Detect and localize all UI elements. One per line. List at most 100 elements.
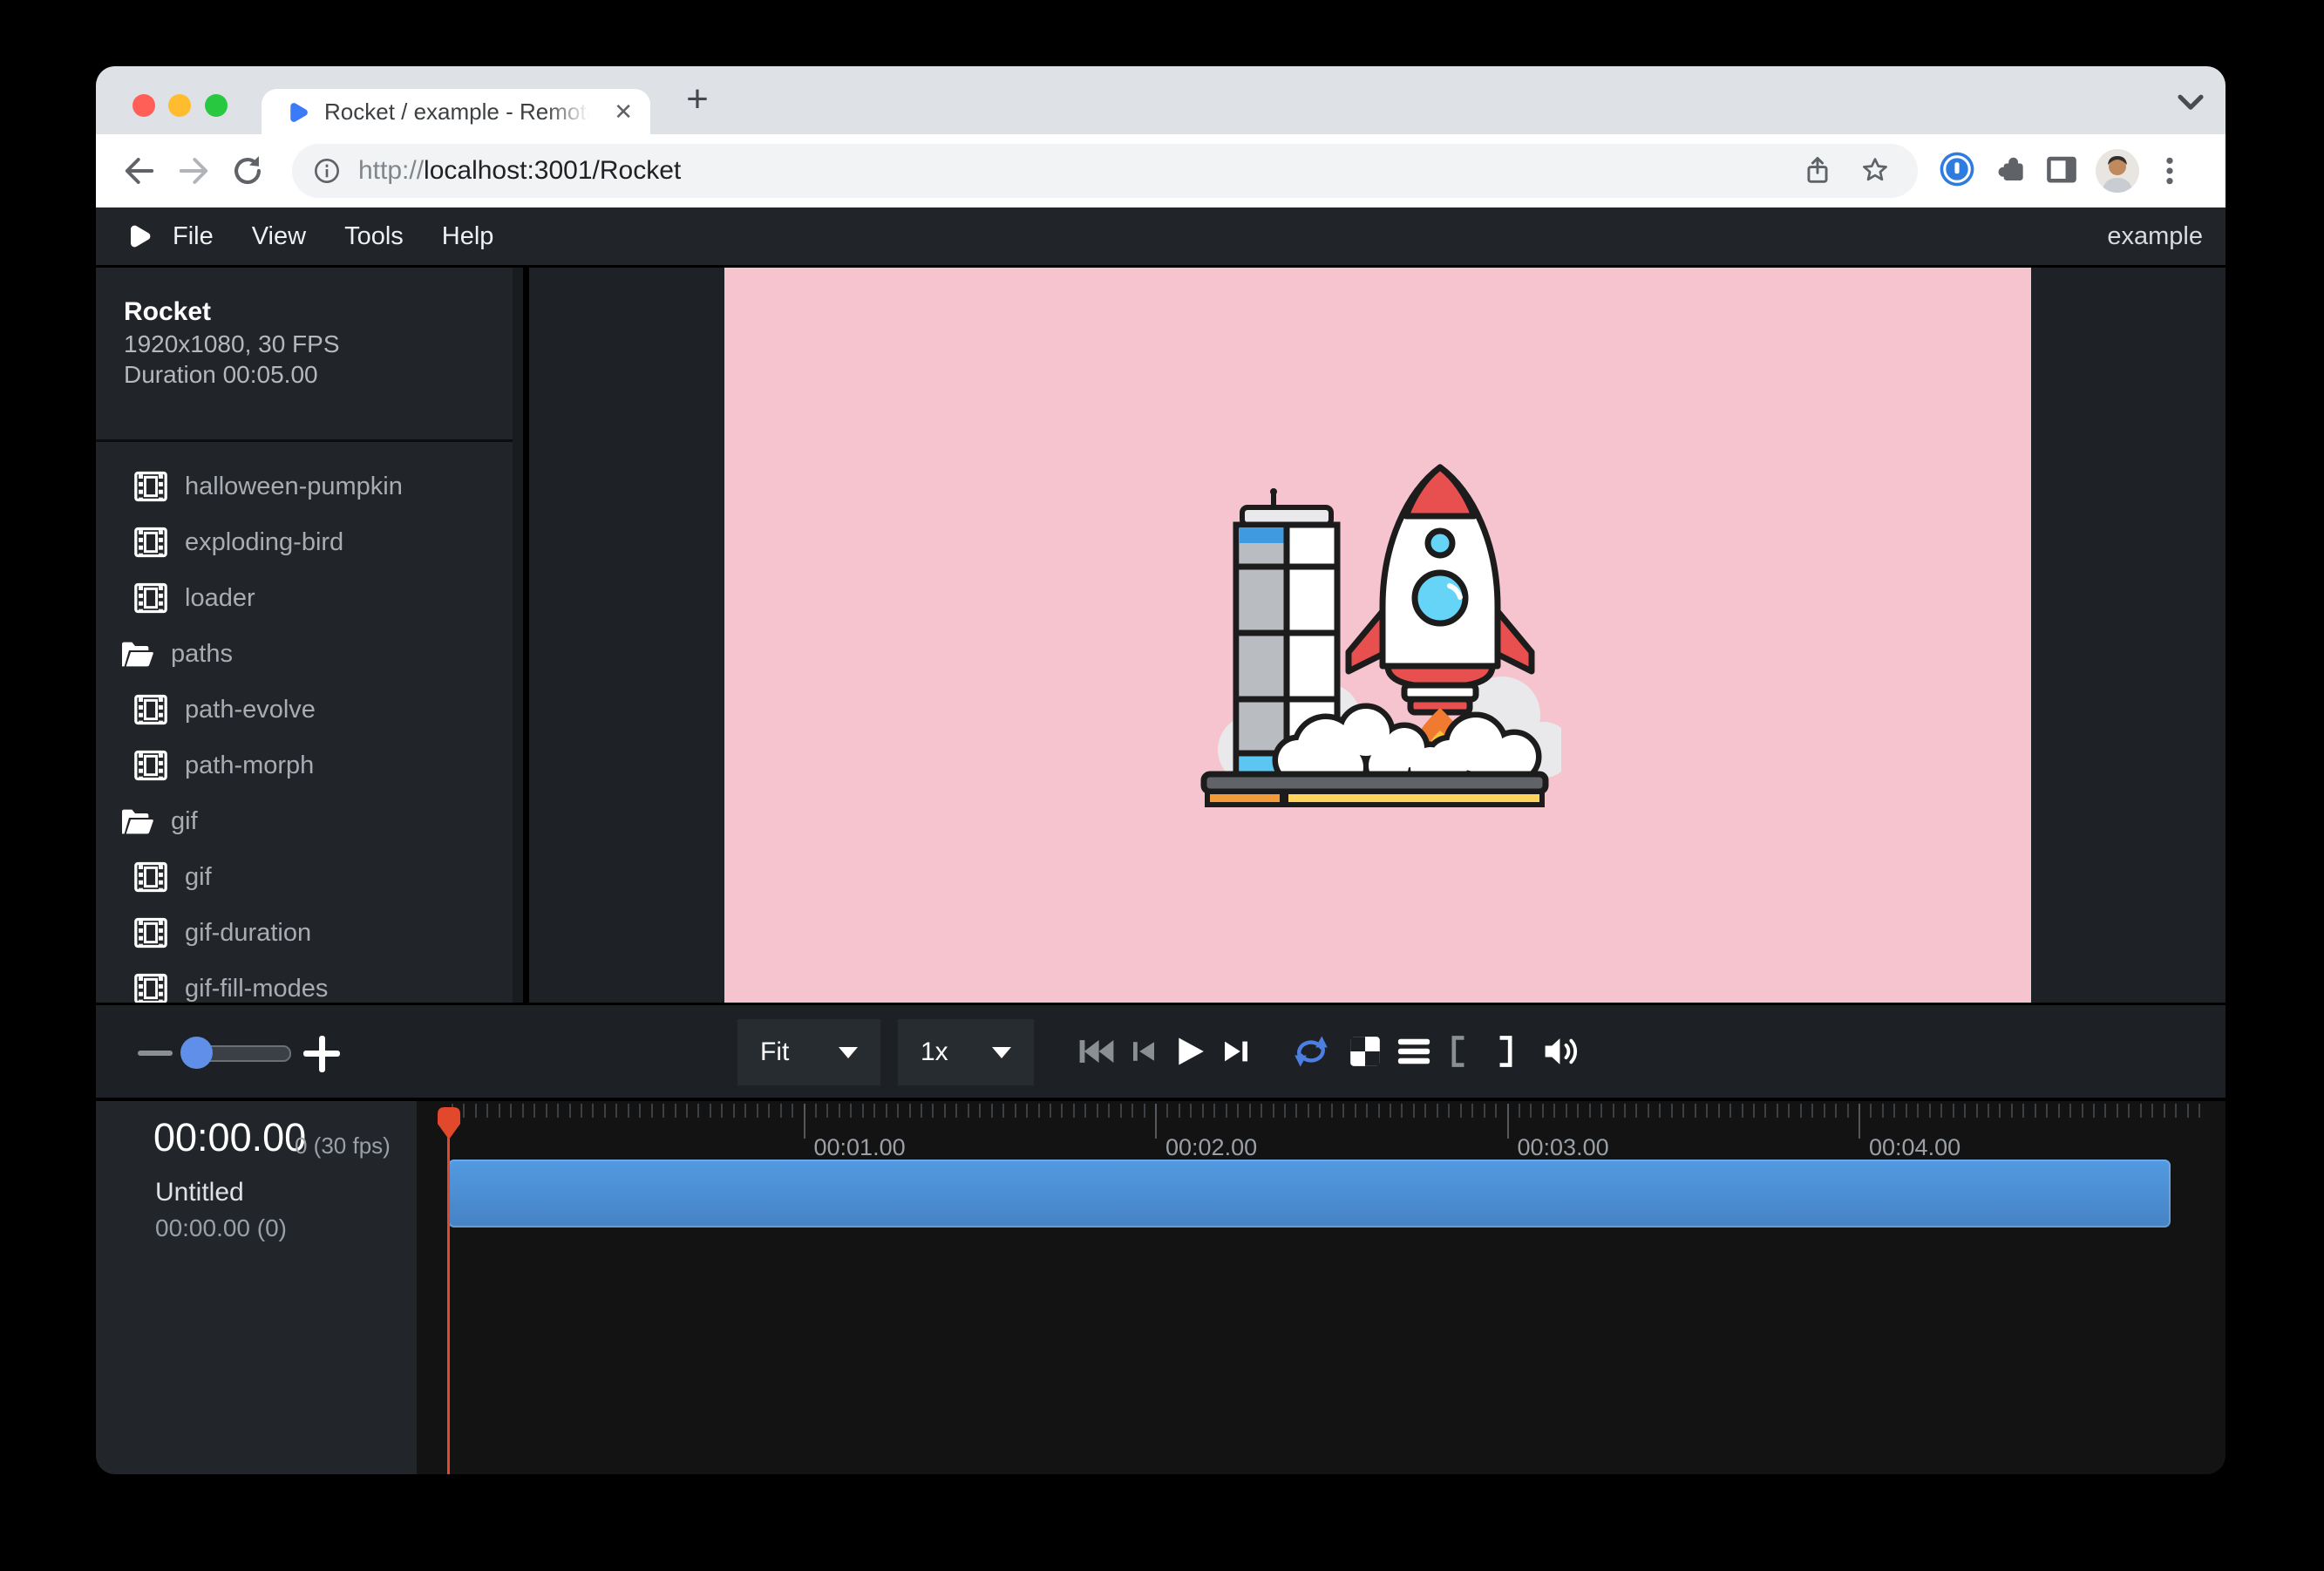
ruler-tick [909, 1104, 911, 1118]
forward-button[interactable] [174, 152, 213, 190]
remotion-logo[interactable] [126, 221, 153, 252]
ruler-tick [932, 1104, 934, 1118]
browser-window: Rocket / example - Remotion P ✕ + ht [96, 66, 2225, 1474]
ruler-tick [1940, 1104, 1942, 1118]
extensions-puzzle-icon[interactable] [1994, 150, 2032, 188]
video-canvas[interactable] [724, 268, 2031, 1003]
new-tab-button[interactable]: + [678, 81, 717, 119]
composition-label: exploding-bird [185, 528, 343, 557]
sidebar-composition-item[interactable]: path-morph [96, 738, 513, 793]
zoom-out-button[interactable] [138, 1051, 173, 1056]
bookmark-star-icon[interactable] [1859, 154, 1892, 187]
ruler-tick [615, 1104, 617, 1118]
sidebar-composition-item[interactable]: path-evolve [96, 682, 513, 738]
traffic-light-minimize[interactable] [168, 94, 191, 117]
sidebar-composition-item[interactable]: exploding-bird [96, 514, 513, 570]
previous-frame-button[interactable] [1128, 1032, 1159, 1071]
ruler-tick [592, 1104, 594, 1118]
timeline-clip-bar[interactable] [448, 1160, 2171, 1228]
ruler-tick [1976, 1104, 1978, 1118]
ruler-tick [1542, 1104, 1544, 1118]
remotion-favicon [286, 100, 310, 125]
ruler-tick [1530, 1104, 1532, 1118]
ruler-tick [1988, 1104, 1989, 1118]
ruler-tick [1577, 1104, 1579, 1118]
browser-menu-kebab-icon[interactable] [2151, 152, 2189, 190]
ruler-tick [2175, 1104, 2177, 1118]
ruler-tick [1108, 1104, 1110, 1118]
back-button[interactable] [120, 152, 159, 190]
sidebar-folder-item[interactable]: gif [96, 793, 513, 849]
menu-tools[interactable]: Tools [325, 222, 423, 251]
next-frame-button[interactable] [1220, 1032, 1254, 1071]
sidebar-divider[interactable] [523, 268, 529, 1003]
playback-speed-dropdown[interactable]: 1x [898, 1019, 1034, 1085]
tab-search-chevron-icon[interactable] [2174, 92, 2207, 113]
profile-avatar[interactable] [2095, 148, 2140, 194]
sidebar-scrollbar[interactable] [513, 268, 523, 1003]
sidebar-composition-item[interactable]: gif [96, 849, 513, 905]
ruler-tick [955, 1104, 957, 1118]
browser-toolbar: http://localhost:3001/Rocket [96, 134, 2225, 207]
ruler-tick [1179, 1104, 1180, 1118]
traffic-light-close[interactable] [133, 94, 155, 117]
sidebar-composition-item[interactable]: loader [96, 570, 513, 626]
timeline-track-area[interactable]: 00:01.0000:02.0000:03.0000:04.00 [417, 1101, 2225, 1474]
zoom-slider-thumb[interactable] [180, 1037, 213, 1069]
timeline-ruler[interactable]: 00:01.0000:02.0000:03.0000:04.00 [417, 1101, 2225, 1162]
ruler-tick [2198, 1104, 2200, 1118]
zoom-in-button-bar[interactable] [319, 1036, 325, 1072]
menu-file[interactable]: File [153, 222, 233, 251]
sidebar-folder-item[interactable]: paths [96, 626, 513, 682]
ruler-tick [675, 1104, 676, 1118]
canvas-size-dropdown[interactable]: Fit [737, 1019, 880, 1085]
sidebar-composition-item[interactable]: halloween-pumpkin [96, 459, 513, 514]
site-info-icon[interactable] [313, 157, 341, 185]
ruler-tick [1753, 1104, 1755, 1118]
sidebar-toggle-icon[interactable] [2042, 150, 2081, 188]
ruler-tick [804, 1104, 805, 1139]
current-frame-info: 0 (30 fps) [295, 1132, 391, 1160]
ruler-tick [1635, 1104, 1637, 1118]
loop-toggle-icon[interactable] [1290, 1032, 1332, 1071]
menu-view[interactable]: View [233, 222, 325, 251]
playback-toolbar: Fit 1x [96, 1003, 2225, 1101]
in-point-bracket-icon[interactable] [1445, 1032, 1471, 1071]
traffic-light-zoom[interactable] [205, 94, 228, 117]
ruler-tick [1706, 1104, 1708, 1118]
tab-strip: Rocket / example - Remotion P ✕ + [96, 66, 2225, 134]
ruler-tick [1824, 1104, 1825, 1118]
ruler-tick [1249, 1104, 1251, 1118]
skip-to-start-button[interactable] [1077, 1032, 1116, 1071]
browser-tab[interactable]: Rocket / example - Remotion P ✕ [262, 89, 650, 134]
reload-button[interactable] [228, 152, 267, 190]
timeline-rows-icon[interactable] [1395, 1032, 1433, 1071]
menu-help[interactable]: Help [423, 222, 513, 251]
zoom-slider[interactable] [181, 1045, 291, 1062]
address-bar[interactable]: http://localhost:3001/Rocket [292, 144, 1918, 198]
ruler-tick [1519, 1104, 1520, 1118]
out-point-bracket-icon[interactable] [1492, 1032, 1519, 1071]
tab-close-icon[interactable]: ✕ [614, 89, 633, 134]
main-area: Rocket 1920x1080, 30 FPS Duration 00:05.… [96, 268, 2225, 1003]
ruler-tick [1097, 1104, 1098, 1118]
sidebar-separator [96, 439, 523, 442]
playhead-line[interactable] [447, 1134, 450, 1474]
transparency-checkerboard-icon[interactable] [1346, 1032, 1384, 1071]
composition-label: gif [171, 807, 198, 836]
password-manager-icon[interactable] [1938, 150, 1976, 188]
ruler-tick [1613, 1104, 1614, 1118]
composition-label: halloween-pumpkin [185, 473, 403, 501]
composition-list: halloween-pumpkin exploding-bird loader … [96, 459, 513, 1003]
sidebar-composition-item[interactable]: gif-duration [96, 905, 513, 961]
ruler-tick [1424, 1104, 1426, 1118]
ruler-tick [1050, 1104, 1051, 1118]
play-button[interactable] [1170, 1032, 1208, 1071]
sidebar-composition-item[interactable]: gif-fill-modes [96, 961, 513, 1003]
composition-duration: Duration 00:05.00 [124, 361, 318, 389]
ruler-tick [546, 1104, 547, 1118]
ruler-tick [780, 1104, 782, 1118]
ruler-tick [1084, 1104, 1086, 1118]
share-icon[interactable] [1801, 154, 1834, 187]
volume-icon[interactable] [1541, 1032, 1583, 1071]
